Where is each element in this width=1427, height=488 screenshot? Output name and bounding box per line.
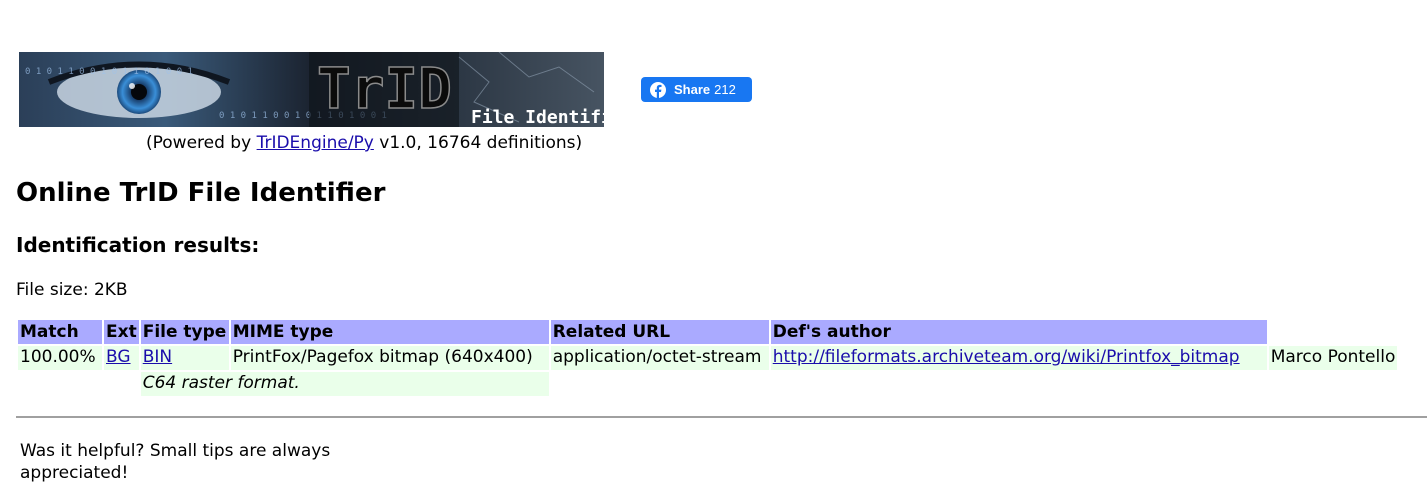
cell-author: Marco Pontello: [1268, 346, 1398, 370]
powered-suffix: v1.0, 16764 definitions): [373, 133, 583, 153]
related-url-link[interactable]: http://fileformats.archiveteam.org/wiki/…: [773, 347, 1240, 367]
results-heading: Identification results:: [16, 233, 260, 257]
facebook-icon: [650, 81, 666, 98]
page-title: Online TrID File Identifier: [16, 178, 386, 208]
cell-ext: BG: [104, 346, 139, 370]
share-label: Share: [674, 82, 711, 97]
share-count: 212: [714, 82, 736, 97]
facebook-share-button[interactable]: Share 212: [641, 77, 752, 102]
results-table: Match Ext File type MIME type Related UR…: [16, 318, 1399, 398]
tips-text: Was it helpful? Small tips are always ap…: [20, 441, 331, 483]
binary-digits-top: 0 1 0 1 1 0 0 1 0 1 1 0 1 0 0 1: [25, 67, 193, 77]
header-match: Match: [18, 320, 102, 344]
cell-match: 100.00%: [18, 346, 102, 370]
file-size: File size: 2KB: [16, 280, 128, 300]
tridengine-link[interactable]: TrIDEngine/Py: [257, 133, 374, 153]
page: 0 1 0 1 1 0 0 1 0 1 1 0 1 0 0 1 0 1 0 1 …: [0, 0, 1427, 488]
cell-mime-type: application/octet-stream: [550, 346, 769, 370]
cell-related-url: http://fileformats.archiveteam.org/wiki/…: [770, 346, 1267, 370]
divider: [16, 416, 1427, 418]
empty-cell: [104, 372, 139, 396]
table-row: 100.00% BG BIN PrintFox/Pagefox bitmap (…: [18, 346, 1398, 370]
powered-prefix: (Powered by: [146, 133, 257, 153]
cell-bin: BIN: [140, 346, 229, 370]
ext-link[interactable]: BG: [106, 347, 131, 367]
bin-link[interactable]: BIN: [143, 347, 172, 367]
banner-logo-text: TrID: [317, 57, 452, 122]
table-header-row: Match Ext File type MIME type Related UR…: [18, 320, 1397, 344]
cell-file-type: PrintFox/Pagefox bitmap (640x400): [230, 346, 549, 370]
banner-subtitle: File Identifier: [471, 107, 604, 127]
header-file-type: File type: [140, 320, 229, 344]
header-related-url: Related URL: [550, 320, 769, 344]
trid-banner-logo: 0 1 0 1 1 0 0 1 0 1 1 0 1 0 0 1 0 1 0 1 …: [19, 52, 604, 127]
header-mime-type: MIME type: [230, 320, 549, 344]
empty-cell: [18, 372, 102, 396]
header-ext: Ext: [104, 320, 139, 344]
powered-by-line: (Powered by TrIDEngine/Py v1.0, 16764 de…: [146, 133, 582, 153]
table-row-description: C64 raster format.: [18, 372, 1397, 396]
cell-description: C64 raster format.: [140, 372, 549, 396]
header-defs-author: Def's author: [770, 320, 1267, 344]
